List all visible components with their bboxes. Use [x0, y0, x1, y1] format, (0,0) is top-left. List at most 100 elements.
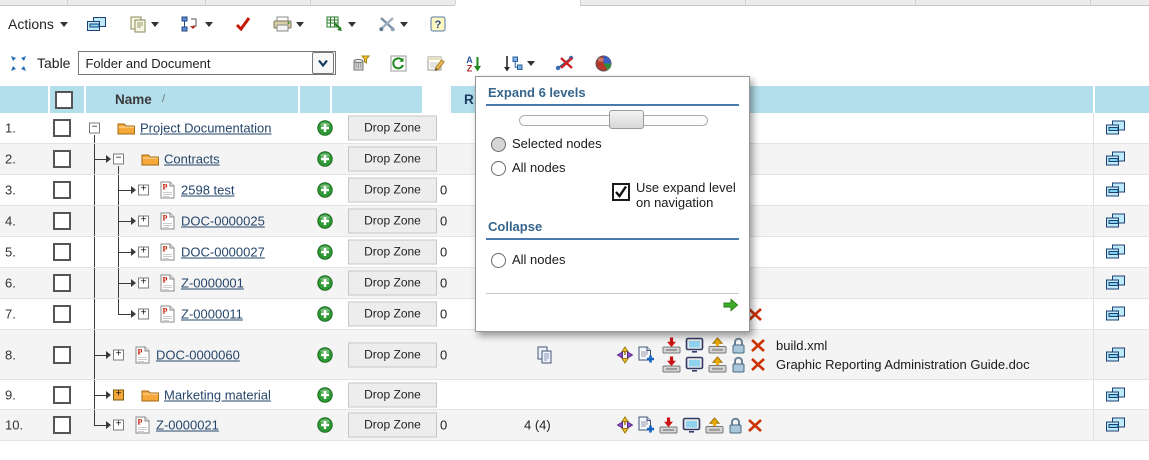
actions-button[interactable]: Actions — [8, 16, 68, 32]
item-link[interactable]: Marketing material — [164, 387, 271, 402]
tree-expand-expander[interactable]: + — [113, 389, 124, 400]
selected-nodes-radio[interactable] — [491, 137, 506, 152]
item-link[interactable]: DOC-0000027 — [181, 245, 265, 260]
dropdown-arrow-icon[interactable] — [527, 61, 535, 70]
dropdown-arrow-icon[interactable] — [400, 22, 408, 31]
tree-expand-expander[interactable]: + — [138, 278, 149, 289]
drop-zone[interactable]: Drop Zone — [348, 382, 437, 407]
print-button[interactable] — [269, 13, 308, 35]
checkout-icon[interactable] — [708, 356, 727, 373]
lock-icon[interactable] — [731, 337, 746, 354]
all-nodes-radio[interactable] — [491, 161, 506, 176]
export-table-button[interactable] — [322, 13, 360, 35]
drop-zone[interactable]: Drop Zone — [348, 271, 437, 296]
expand-levels-button[interactable] — [499, 52, 539, 75]
drop-zone[interactable]: Drop Zone — [348, 240, 437, 265]
green-plus-icon[interactable] — [317, 417, 333, 433]
merge-icon[interactable] — [616, 416, 634, 434]
item-link[interactable]: 2598 test — [181, 183, 235, 198]
tree-collapse-expander[interactable]: − — [113, 154, 124, 165]
help-button[interactable]: ? — [426, 13, 450, 35]
tree-expand-expander[interactable]: + — [138, 247, 149, 258]
drop-zone[interactable]: Drop Zone — [348, 302, 437, 327]
open-window-button[interactable] — [1105, 275, 1126, 292]
green-plus-icon[interactable] — [317, 182, 333, 198]
green-plus-icon[interactable] — [317, 347, 333, 363]
view-select[interactable]: Folder and Document — [78, 51, 336, 75]
tools-button[interactable] — [374, 13, 412, 35]
open-window-button[interactable] — [1105, 346, 1126, 363]
expand-level-slider-handle[interactable] — [609, 110, 644, 129]
send-hierarchy-button[interactable] — [177, 13, 217, 36]
row-checkbox[interactable] — [53, 416, 71, 434]
tree-collapse-expander[interactable]: − — [89, 123, 100, 134]
tree-expand-expander[interactable]: + — [113, 349, 124, 360]
tree-expand-expander[interactable]: + — [113, 420, 124, 431]
dropdown-arrow-icon[interactable] — [151, 22, 159, 31]
item-link[interactable]: Z-0000021 — [156, 418, 219, 433]
filter-button[interactable] — [348, 52, 374, 75]
checkout-icon[interactable] — [705, 417, 724, 434]
row-checkbox[interactable] — [53, 119, 71, 137]
delete-icon[interactable] — [747, 418, 763, 433]
chart-button[interactable] — [591, 52, 616, 75]
open-window-button[interactable] — [1105, 306, 1126, 323]
sort-az-button[interactable]: AZ — [461, 52, 487, 75]
lock-icon[interactable] — [728, 417, 743, 434]
green-plus-icon[interactable] — [317, 387, 333, 403]
open-window-button[interactable] — [1105, 182, 1126, 199]
item-link[interactable]: Project Documentation — [140, 121, 272, 136]
tree-expand-expander[interactable]: + — [138, 309, 149, 320]
drop-zone[interactable]: Drop Zone — [348, 116, 437, 141]
lock-icon[interactable] — [731, 356, 746, 373]
item-link[interactable]: DOC-0000025 — [181, 214, 265, 229]
collapse-all-nodes-radio[interactable] — [491, 253, 506, 268]
dropdown-arrow-icon[interactable] — [348, 22, 356, 31]
header-cell-name[interactable]: Name / — [86, 86, 298, 113]
tree-expand-expander[interactable]: + — [138, 185, 149, 196]
column-header-name[interactable]: Name — [115, 86, 152, 113]
row-checkbox[interactable] — [53, 150, 71, 168]
dropdown-arrow-icon[interactable] — [296, 22, 304, 31]
use-expand-level-checkbox[interactable] — [612, 183, 630, 201]
checkin-icon[interactable] — [662, 337, 681, 354]
drop-zone[interactable]: Drop Zone — [348, 209, 437, 234]
checkin-icon[interactable] — [659, 417, 678, 434]
open-window-button[interactable] — [1105, 386, 1126, 403]
delete-icon[interactable] — [750, 338, 766, 353]
delete-icon[interactable] — [750, 357, 766, 372]
green-plus-icon[interactable] — [317, 151, 333, 167]
detach-button[interactable] — [551, 52, 579, 74]
refresh-button[interactable] — [386, 52, 411, 75]
drop-zone[interactable]: Drop Zone — [348, 413, 437, 438]
new-version-icon[interactable] — [638, 346, 655, 364]
apply-button[interactable] — [722, 298, 739, 312]
view-icon[interactable] — [685, 337, 704, 353]
checkout-icon[interactable] — [708, 337, 727, 354]
view-icon[interactable] — [682, 417, 701, 433]
row-checkbox[interactable] — [53, 346, 71, 364]
row-checkbox[interactable] — [53, 212, 71, 230]
open-window-button[interactable] — [1105, 244, 1126, 261]
edit-button[interactable] — [423, 52, 449, 75]
open-window-button[interactable] — [1105, 417, 1126, 434]
row-checkbox[interactable] — [53, 243, 71, 261]
open-window-button[interactable] — [1105, 213, 1126, 230]
item-link[interactable]: Z-0000001 — [181, 276, 244, 291]
row-checkbox[interactable] — [53, 305, 71, 323]
copy-pages-icon[interactable] — [536, 346, 555, 364]
green-plus-icon[interactable] — [317, 213, 333, 229]
row-checkbox[interactable] — [53, 274, 71, 292]
new-version-icon[interactable] — [638, 416, 655, 434]
tree-expand-expander[interactable]: + — [138, 216, 149, 227]
green-plus-icon[interactable] — [317, 120, 333, 136]
dropdown-arrow-icon[interactable] — [205, 22, 213, 31]
view-icon[interactable] — [685, 356, 704, 372]
drop-zone[interactable]: Drop Zone — [348, 342, 437, 367]
row-checkbox[interactable] — [53, 386, 71, 404]
row-checkbox[interactable] — [53, 181, 71, 199]
green-plus-icon[interactable] — [317, 275, 333, 291]
select-all-checkbox[interactable] — [55, 91, 73, 109]
checkin-icon[interactable] — [662, 356, 681, 373]
open-window-button[interactable] — [1105, 120, 1126, 137]
